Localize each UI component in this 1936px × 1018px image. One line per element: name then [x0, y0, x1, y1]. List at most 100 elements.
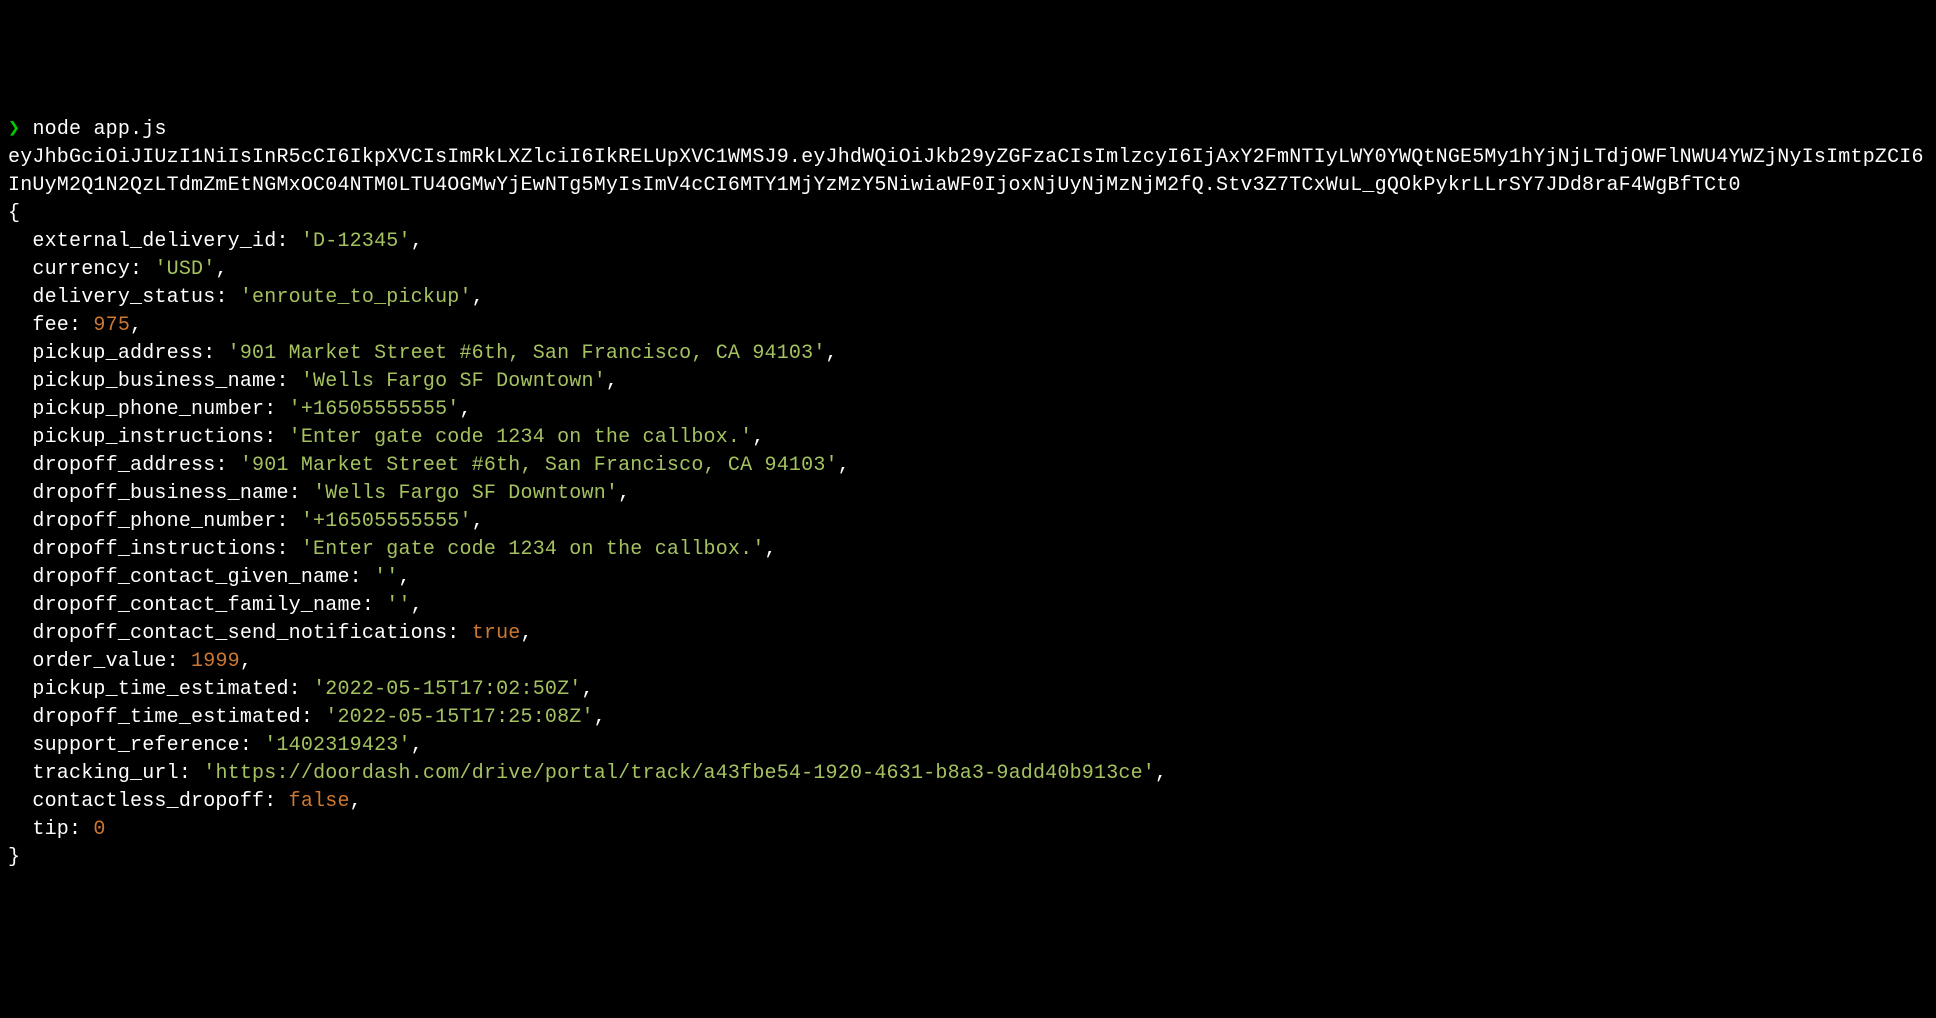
colon: : [215, 454, 239, 477]
colon: : [69, 314, 93, 337]
object-value: '+16505555555' [301, 510, 472, 533]
colon: : [276, 370, 300, 393]
object-line: pickup_business_name: 'Wells Fargo SF Do… [8, 370, 618, 393]
object-value: 'USD' [154, 258, 215, 281]
colon: : [289, 678, 313, 701]
colon: : [350, 566, 374, 589]
object-value: '2022-05-15T17:02:50Z' [313, 678, 581, 701]
object-value: '1402319423' [264, 734, 410, 757]
object-value: '901 Market Street #6th, San Francisco, … [240, 454, 838, 477]
comma: , [606, 370, 618, 393]
object-line: pickup_time_estimated: '2022-05-15T17:02… [8, 678, 594, 701]
object-line: delivery_status: 'enroute_to_pickup', [8, 286, 484, 309]
brace-close: } [8, 846, 20, 869]
colon: : [69, 818, 93, 841]
colon: : [276, 230, 300, 253]
object-key: pickup_business_name [32, 370, 276, 393]
comma: , [765, 538, 777, 561]
object-key: dropoff_contact_send_notifications [32, 622, 447, 645]
object-value: true [472, 622, 521, 645]
comma: , [411, 230, 423, 253]
comma: , [472, 286, 484, 309]
object-line: external_delivery_id: 'D-12345', [8, 230, 423, 253]
colon: : [215, 286, 239, 309]
object-key: dropoff_time_estimated [32, 706, 300, 729]
object-line: pickup_instructions: 'Enter gate code 12… [8, 426, 765, 449]
colon: : [447, 622, 471, 645]
jwt-output: eyJhbGciOiJIUzI1NiIsInR5cCI6IkpXVCIsImRk… [8, 146, 1924, 197]
object-key: support_reference [32, 734, 239, 757]
object-key: dropoff_contact_given_name [32, 566, 349, 589]
comma: , [594, 706, 606, 729]
object-value: 'Enter gate code 1234 on the callbox.' [289, 426, 753, 449]
object-value: 975 [93, 314, 130, 337]
colon: : [167, 650, 191, 673]
object-value: 'Enter gate code 1234 on the callbox.' [301, 538, 765, 561]
comma: , [215, 258, 227, 281]
colon: : [264, 426, 288, 449]
object-value: '2022-05-15T17:25:08Z' [325, 706, 593, 729]
terminal-output[interactable]: ❯ node app.js eyJhbGciOiJIUzI1NiIsInR5cC… [8, 116, 1928, 872]
object-line: dropoff_contact_given_name: '', [8, 566, 411, 589]
comma: , [582, 678, 594, 701]
object-line: currency: 'USD', [8, 258, 228, 281]
object-key: dropoff_instructions [32, 538, 276, 561]
object-value: '901 Market Street #6th, San Francisco, … [228, 342, 826, 365]
object-line: fee: 975, [8, 314, 142, 337]
object-value: 'D-12345' [301, 230, 411, 253]
object-key: delivery_status [32, 286, 215, 309]
command-text: node app.js [32, 118, 166, 141]
object-key: dropoff_phone_number [32, 510, 276, 533]
object-key: contactless_dropoff [32, 790, 264, 813]
comma: , [521, 622, 533, 645]
object-line: dropoff_phone_number: '+16505555555', [8, 510, 484, 533]
object-value: '' [386, 594, 410, 617]
object-key: dropoff_contact_family_name [32, 594, 361, 617]
comma: , [618, 482, 630, 505]
object-line: dropoff_address: '901 Market Street #6th… [8, 454, 850, 477]
object-value: 'enroute_to_pickup' [240, 286, 472, 309]
comma: , [411, 594, 423, 617]
object-value: 1999 [191, 650, 240, 673]
object-line: order_value: 1999, [8, 650, 252, 673]
object-key: tip [32, 818, 69, 841]
comma: , [838, 454, 850, 477]
comma: , [459, 398, 471, 421]
object-value: '' [374, 566, 398, 589]
object-line: dropoff_business_name: 'Wells Fargo SF D… [8, 482, 630, 505]
object-line: dropoff_instructions: 'Enter gate code 1… [8, 538, 777, 561]
colon: : [276, 538, 300, 561]
colon: : [301, 706, 325, 729]
object-line: support_reference: '1402319423', [8, 734, 423, 757]
object-line: dropoff_contact_send_notifications: true… [8, 622, 533, 645]
object-line: contactless_dropoff: false, [8, 790, 362, 813]
object-key: dropoff_address [32, 454, 215, 477]
colon: : [276, 510, 300, 533]
comma: , [411, 734, 423, 757]
object-key: fee [32, 314, 69, 337]
object-line: dropoff_contact_family_name: '', [8, 594, 423, 617]
colon: : [289, 482, 313, 505]
object-key: pickup_time_estimated [32, 678, 288, 701]
object-value: '+16505555555' [289, 398, 460, 421]
colon: : [264, 790, 288, 813]
object-value: false [289, 790, 350, 813]
comma: , [472, 510, 484, 533]
colon: : [240, 734, 264, 757]
object-key: tracking_url [32, 762, 178, 785]
comma: , [398, 566, 410, 589]
comma: , [752, 426, 764, 449]
object-line: pickup_address: '901 Market Street #6th,… [8, 342, 838, 365]
object-key: pickup_phone_number [32, 398, 264, 421]
comma: , [350, 790, 362, 813]
object-line: dropoff_time_estimated: '2022-05-15T17:2… [8, 706, 606, 729]
colon: : [203, 342, 227, 365]
object-key: currency [32, 258, 130, 281]
comma: , [240, 650, 252, 673]
object-value: 0 [93, 818, 105, 841]
comma: , [826, 342, 838, 365]
object-line: tracking_url: 'https://doordash.com/driv… [8, 762, 1167, 785]
object-key: external_delivery_id [32, 230, 276, 253]
object-line: tip: 0 [8, 818, 106, 841]
object-key: dropoff_business_name [32, 482, 288, 505]
